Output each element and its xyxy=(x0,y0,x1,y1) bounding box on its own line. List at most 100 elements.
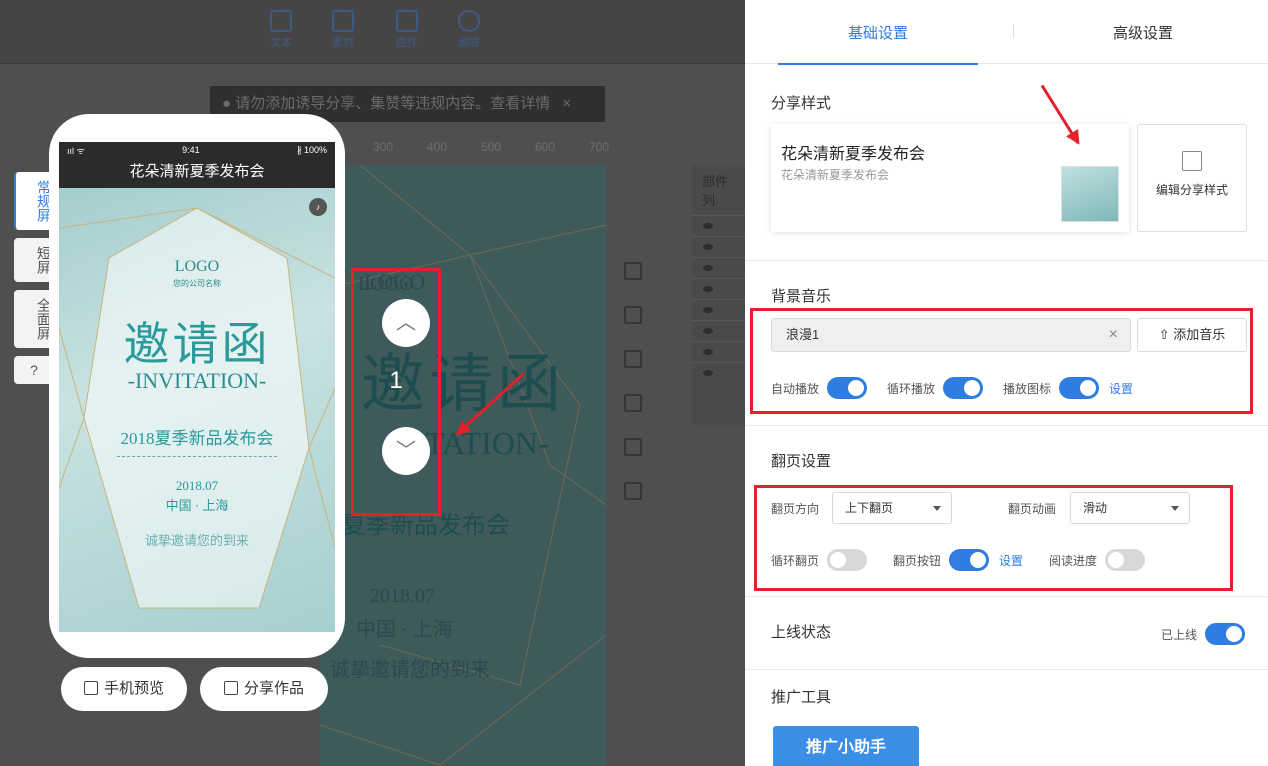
bulb-icon xyxy=(458,10,480,32)
tool-widget[interactable]: 控件 xyxy=(387,10,427,50)
mode-short[interactable]: 短屏 xyxy=(14,238,54,282)
share-thumbnail xyxy=(1061,166,1119,222)
settings-tabs: 基础设置 高级设置 xyxy=(745,0,1268,65)
phone-page-title: 花朵清新夏季发布会 xyxy=(59,158,335,188)
help-button[interactable]: ? xyxy=(14,356,54,384)
upload-icon: ⇧ xyxy=(1158,327,1170,342)
canvas-welcome: 诚挚邀请您的到来 xyxy=(330,659,490,681)
layers-panel: 部件列 xyxy=(692,165,745,425)
section-title: 翻页设置 xyxy=(771,453,832,470)
ruler: 300 400 500 600 700 xyxy=(345,138,610,160)
promo-title: 推广工具 xyxy=(771,689,832,706)
editor-toolbar: 文本 素材 控件 趣味 xyxy=(0,0,745,64)
invite-date: 2018.07 xyxy=(175,478,219,493)
page-button-toggle[interactable] xyxy=(949,549,990,571)
notice-text: 请勿添加诱导分享、集赞等违规内容。查看详情 xyxy=(235,95,551,112)
direction-select[interactable]: 上下翻页 xyxy=(832,492,952,524)
share-work-button[interactable]: 分享作品 xyxy=(200,667,328,711)
animation-select[interactable]: 滑动 xyxy=(1070,492,1190,524)
grid-icon[interactable] xyxy=(624,438,642,456)
signal-icon: ııl ᯤ xyxy=(67,145,85,156)
music-icon[interactable]: ♪ xyxy=(309,198,327,216)
phone-preview: ııl ᯤ 9:41 ∦ 100% 花朵清新夏季发布会 ♪ LOGO 您的公司名… xyxy=(49,114,345,658)
share-card-title: 花朵清新夏季发布会 xyxy=(781,146,926,163)
layer-row[interactable] xyxy=(692,278,745,299)
animation-label: 翻页动画 xyxy=(1008,502,1057,516)
layer-row[interactable] xyxy=(692,299,745,320)
copy-icon[interactable] xyxy=(624,394,642,412)
ruler-tick: 700 xyxy=(589,140,610,154)
layer-row[interactable] xyxy=(692,320,745,341)
music-track-value: 浪漫1 xyxy=(786,327,820,342)
invite-event: 2018夏季新品发布会 xyxy=(120,429,274,448)
phone-preview-button[interactable]: 手机预览 xyxy=(61,667,187,711)
ruler-tick: 500 xyxy=(481,140,502,154)
promo-assistant-button[interactable]: 推广小助手 xyxy=(773,726,919,766)
tool-text[interactable]: 文本 xyxy=(261,10,301,50)
page-number: 1 xyxy=(389,367,403,394)
play-icon[interactable] xyxy=(624,350,642,368)
phone-screen[interactable]: ııl ᯤ 9:41 ∦ 100% 花朵清新夏季发布会 ♪ LOGO 您的公司名… xyxy=(59,142,335,632)
read-progress-toggle[interactable] xyxy=(1105,549,1146,571)
invite-company: 您的公司名称 xyxy=(173,279,221,288)
section-title: 背景音乐 xyxy=(771,288,832,305)
status-time: 9:41 xyxy=(182,145,200,155)
side-tools xyxy=(624,262,648,526)
play-icon-toggle[interactable] xyxy=(1059,377,1100,399)
qrcode-icon xyxy=(83,681,98,695)
paging-toggles: 循环翻页 翻页按钮 设置 阅读进度 xyxy=(771,549,1165,571)
undo-icon[interactable] xyxy=(624,262,642,280)
image-icon xyxy=(332,10,354,32)
redo-icon[interactable] xyxy=(624,306,642,324)
widget-icon xyxy=(396,10,418,32)
tool-image[interactable]: 素材 xyxy=(323,10,363,50)
text-icon xyxy=(270,10,292,32)
close-icon[interactable]: × xyxy=(562,95,571,112)
info-icon: ● xyxy=(222,95,232,112)
layer-row[interactable] xyxy=(692,236,745,257)
share-icon xyxy=(223,681,238,695)
phone-status-bar: ııl ᯤ 9:41 ∦ 100% xyxy=(59,142,335,158)
tab-divider xyxy=(1013,24,1014,38)
layers-title: 部件列 xyxy=(702,174,729,208)
canvas-date: 2018.07 xyxy=(370,585,435,607)
mode-regular[interactable]: 常规屏 xyxy=(14,172,54,230)
layer-row[interactable] xyxy=(692,215,745,236)
page-up-button[interactable]: ︿ xyxy=(382,299,430,347)
layer-row[interactable] xyxy=(692,362,745,383)
ruler-tick: 300 xyxy=(373,140,394,154)
music-track-field[interactable]: 浪漫1 × xyxy=(771,318,1131,352)
section-title: 分享样式 xyxy=(771,95,832,112)
autoplay-toggle[interactable] xyxy=(827,377,868,399)
invite-welcome: 诚挚邀请您的到来 xyxy=(144,533,249,548)
invitation-page: ♪ LOGO 您的公司名称 邀请函 -INVITATION- 2018夏季新品发… xyxy=(59,188,335,632)
edit-share-style-button[interactable]: 编辑分享样式 xyxy=(1137,124,1247,232)
online-toggle[interactable] xyxy=(1205,623,1246,645)
tablet-icon[interactable] xyxy=(624,482,642,500)
loop-play-toggle[interactable] xyxy=(943,377,984,399)
tool-fun[interactable]: 趣味 xyxy=(449,10,489,50)
paging-settings-link[interactable]: 设置 xyxy=(999,552,1023,569)
screen-mode-tabs: 常规屏 短屏 全面屏 ? xyxy=(14,172,54,392)
direction-label: 翻页方向 xyxy=(771,502,820,516)
settings-panel: 基础设置 高级设置 分享样式 花朵清新夏季发布会 花朵清新夏季发布会 编辑分享样… xyxy=(745,0,1268,766)
online-status: 已上线 xyxy=(1161,623,1246,645)
online-section: 上线状态 已上线 xyxy=(745,597,1268,670)
clear-icon[interactable]: × xyxy=(1109,319,1118,351)
layer-row[interactable] xyxy=(692,257,745,278)
add-music-button[interactable]: ⇧ 添加音乐 xyxy=(1137,318,1247,352)
page-down-button[interactable]: ﹀ xyxy=(382,427,430,475)
loop-page-toggle[interactable] xyxy=(827,549,868,571)
ruler-tick: 600 xyxy=(535,140,556,154)
share-card-desc: 花朵清新夏季发布会 xyxy=(781,168,890,182)
mode-full[interactable]: 全面屏 xyxy=(14,290,54,348)
canvas-logo-partial: LOGO xyxy=(358,273,414,295)
invite-subtitle: -INVITATION- xyxy=(127,368,267,393)
invite-logo: LOGO xyxy=(174,258,220,275)
tab-advanced[interactable]: 高级设置 xyxy=(1043,0,1243,64)
layer-row[interactable] xyxy=(692,341,745,362)
tab-basic[interactable]: 基础设置 xyxy=(778,0,978,65)
page-navigation-highlight: LOGO ︿ 1 ﹀ xyxy=(351,268,441,516)
music-settings-link[interactable]: 设置 xyxy=(1109,380,1133,397)
music-toggles: 自动播放 循环播放 播放图标 设置 xyxy=(771,377,1133,399)
